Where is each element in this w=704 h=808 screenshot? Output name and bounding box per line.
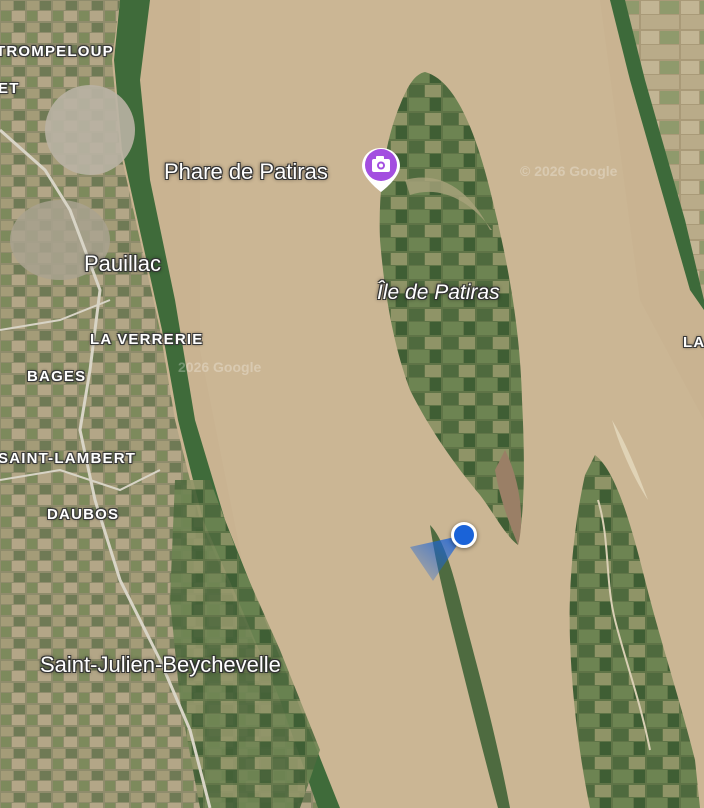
place-label-la-verrerie: LA VERRERIE: [90, 331, 204, 348]
poi-label-phare-de-patiras[interactable]: Phare de Patiras: [164, 159, 328, 185]
place-label-bages: BAGES: [27, 368, 87, 385]
satellite-map[interactable]: [0, 0, 704, 808]
poi-pin[interactable]: [360, 146, 402, 194]
current-location-dot[interactable]: [451, 522, 477, 548]
place-label-trompeloup: TROMPELOUP: [0, 43, 114, 60]
pauillac-town: [45, 85, 135, 175]
google-watermark: 2026 Google: [178, 359, 262, 375]
google-watermark: © 2026 Google: [520, 163, 618, 179]
place-label-la-east: LA: [683, 334, 704, 351]
place-label-daubos: DAUBOS: [47, 506, 120, 523]
place-label-et: ET: [0, 80, 20, 97]
island-label-ile-de-patiras: Île de Patiras: [377, 281, 500, 304]
place-label-saint-julien-beychevelle[interactable]: Saint-Julien-Beychevelle: [40, 652, 281, 678]
place-label-pauillac[interactable]: Pauillac: [84, 251, 161, 277]
place-label-saint-lambert: SAINT-LAMBERT: [0, 450, 137, 467]
